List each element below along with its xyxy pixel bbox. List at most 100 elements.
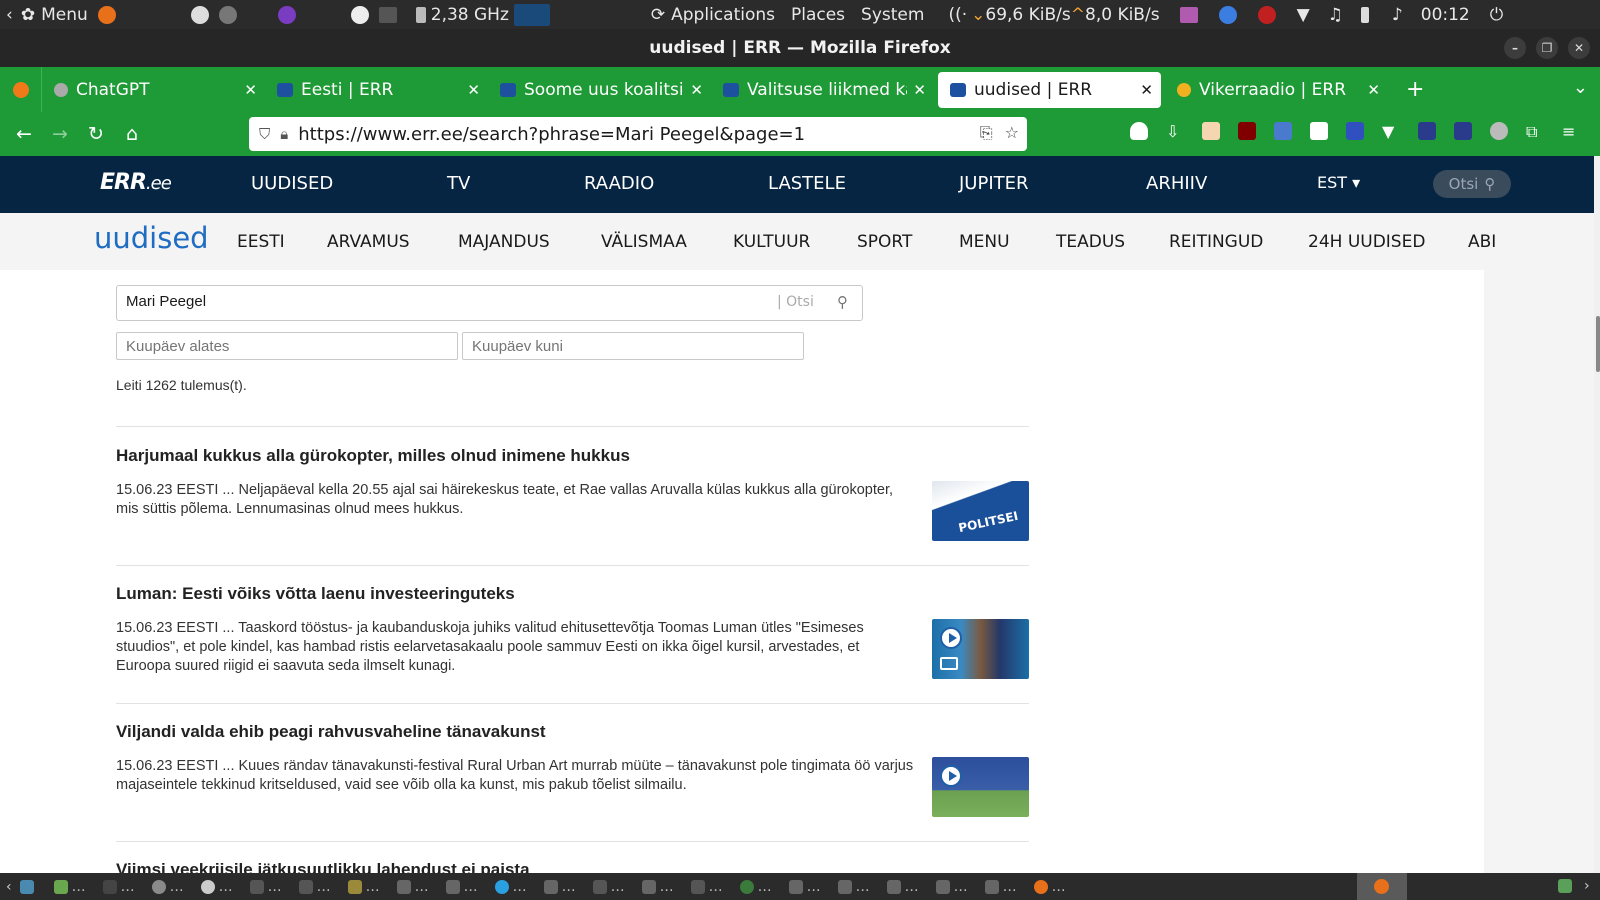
nav-uudised[interactable]: UUDISED	[251, 173, 333, 194]
taskbar-app-icon[interactable]	[200, 879, 215, 894]
url-bar[interactable]: ⛉ 🔒︎ https://www.err.ee/search?phrase=Ma…	[249, 117, 1027, 151]
result-title[interactable]: Viljandi valda ehib peagi rahvusvaheline…	[116, 722, 546, 742]
taskbar-app-icon[interactable]	[641, 879, 656, 894]
taskbar-trash-icon[interactable]	[1558, 879, 1572, 893]
subnav-eesti[interactable]: EESTI	[237, 232, 285, 252]
taskbar-editor-icon[interactable]	[53, 879, 68, 894]
taskbar-app-icon[interactable]	[788, 879, 803, 894]
nav-lastele[interactable]: LASTELE	[768, 173, 846, 194]
opera-icon[interactable]	[350, 5, 369, 24]
forward-icon[interactable]: →	[42, 123, 78, 145]
taskbar-scroll-right-icon[interactable]: ›	[1584, 878, 1590, 894]
subnav-kultuur[interactable]: KULTUUR	[733, 232, 810, 252]
subnav-menu[interactable]: MENU	[959, 232, 1010, 252]
extension-orange-icon[interactable]	[1202, 122, 1220, 140]
close-tab-icon[interactable]: ✕	[1140, 81, 1153, 99]
ublock-icon[interactable]	[1238, 122, 1256, 140]
uudised-logo[interactable]: uudised	[94, 221, 209, 255]
nav-jupiter[interactable]: JUPITER	[959, 173, 1029, 194]
tray-app-icon[interactable]	[1179, 6, 1198, 23]
taskbar-terminal-icon[interactable]	[592, 879, 607, 894]
result-title[interactable]: Viimsi veekriisile jätkusuutlikku lahend…	[116, 860, 530, 873]
tab-vikerraadio[interactable]: Vikerraadio | ERR ✕	[1165, 72, 1388, 108]
taskbar-app-icon[interactable]	[396, 879, 411, 894]
wifi-icon[interactable]: ((·	[948, 5, 967, 25]
bookmark-star-icon[interactable]: ☆	[1005, 123, 1019, 143]
nav-raadio[interactable]: RAADIO	[584, 173, 654, 194]
tab-eesti-err[interactable]: Eesti | ERR ✕	[265, 72, 488, 108]
result-title[interactable]: Luman: Eesti võiks võtta laenu investeer…	[116, 584, 515, 604]
taskbar-firefox-icon[interactable]	[1033, 879, 1048, 894]
close-window-button[interactable]: ✕	[1568, 37, 1590, 59]
taskbar-app-icon[interactable]	[445, 879, 460, 894]
taskbar-terminal-icon[interactable]	[298, 879, 313, 894]
taskbar-app-icon[interactable]	[935, 879, 950, 894]
back-icon[interactable]: ←	[6, 123, 42, 145]
subnav-majandus[interactable]: MAJANDUS	[458, 232, 550, 252]
menu-icon[interactable]: ✿	[21, 5, 35, 25]
nav-arhiiv[interactable]: ARHIIV	[1146, 173, 1207, 194]
taskbar-desktop-icon[interactable]	[19, 879, 34, 894]
subnav-abi[interactable]: ABI	[1468, 232, 1496, 252]
tab-valitsuse-liikmed[interactable]: Valitsuse liikmed kä ✕	[711, 72, 934, 108]
scrollbar-thumb[interactable]	[1596, 316, 1600, 372]
taskbar-app-icon[interactable]	[347, 879, 362, 894]
taskbar-terminal-icon[interactable]	[690, 879, 705, 894]
result-title[interactable]: Harjumaal kukkus alla gürokopter, milles…	[116, 446, 630, 466]
id-icon[interactable]	[1418, 122, 1436, 140]
hamburger-menu-icon[interactable]: ≡	[1562, 122, 1580, 141]
menu-label[interactable]: Menu	[41, 5, 88, 25]
tor-icon[interactable]	[277, 5, 296, 24]
nav-tv[interactable]: TV	[447, 173, 470, 194]
play-video-icon[interactable]	[940, 627, 962, 649]
tab-list-chevron-icon[interactable]: ⌄	[1573, 77, 1588, 98]
play-video-icon[interactable]	[940, 765, 962, 787]
taskbar-terminal-icon[interactable]	[249, 879, 264, 894]
power-icon[interactable]: ⏻	[1490, 5, 1503, 25]
subnav-reitingud[interactable]: REITINGUD	[1169, 232, 1263, 252]
clock[interactable]: 00:12	[1421, 5, 1470, 25]
app-a-icon[interactable]	[190, 5, 209, 24]
taskbar-app-icon[interactable]	[837, 879, 852, 894]
calendar-icon[interactable]	[1310, 122, 1328, 140]
taskbar-app-icon[interactable]	[739, 879, 754, 894]
taskbar-app-icon[interactable]	[886, 879, 901, 894]
close-tab-icon[interactable]: ✕	[913, 81, 926, 99]
places-menu[interactable]: Places	[791, 5, 845, 25]
subnav-sport[interactable]: SPORT	[857, 232, 912, 252]
result-thumbnail[interactable]	[932, 619, 1029, 679]
minimize-button[interactable]: –	[1504, 37, 1526, 59]
maximize-button[interactable]: ❐	[1536, 37, 1558, 59]
tray-network-icon[interactable]: ▼	[1297, 5, 1310, 25]
search-box[interactable]: | Otsi ⚲	[116, 285, 863, 321]
extension-link-icon[interactable]	[1346, 122, 1364, 140]
subnav-24h-uudised[interactable]: 24H UUDISED	[1308, 232, 1425, 252]
close-tab-icon[interactable]: ✕	[244, 81, 257, 99]
language-selector[interactable]: EST ▾	[1317, 173, 1360, 192]
filter-icon[interactable]: ▼	[1382, 122, 1400, 141]
result-thumbnail[interactable]: POLITSEI	[932, 481, 1029, 541]
settings-icon[interactable]	[218, 5, 237, 24]
subnav-valismaa[interactable]: VÄLISMAA	[601, 232, 687, 252]
system-menu[interactable]: System	[861, 5, 924, 25]
applications-menu[interactable]: Applications	[671, 5, 775, 25]
tab-soome-koalitsioon[interactable]: Soome uus koalitsio ✕	[488, 72, 711, 108]
firefox-menu-icon[interactable]	[0, 67, 42, 112]
taskbar-app-icon[interactable]	[543, 879, 558, 894]
page-scrollbar[interactable]	[1594, 156, 1600, 873]
tray-bell-icon[interactable]: ♫	[1328, 5, 1343, 25]
menu-chevron-icon[interactable]: ‹	[6, 5, 13, 25]
err-logo[interactable]: ERR.ee	[100, 170, 172, 195]
search-submit-icon[interactable]: ⚲	[837, 293, 848, 311]
lock-icon[interactable]: 🔒︎	[280, 125, 288, 143]
window-titlebar[interactable]: uudised | ERR — Mozilla Firefox – ❐ ✕	[0, 29, 1600, 67]
uk-icon[interactable]	[1454, 122, 1472, 140]
date-to-field[interactable]	[462, 332, 804, 360]
tray-chrome-icon[interactable]	[1218, 5, 1237, 24]
close-tab-icon[interactable]: ✕	[690, 81, 703, 99]
url-text[interactable]: https://www.err.ee/search?phrase=Mari Pe…	[298, 124, 805, 145]
taskbar-scroll-left-icon[interactable]: ‹	[6, 879, 12, 895]
tray-record-icon[interactable]	[1257, 5, 1276, 24]
shield-icon[interactable]: ⛉	[259, 125, 270, 143]
search-input[interactable]	[126, 293, 766, 310]
